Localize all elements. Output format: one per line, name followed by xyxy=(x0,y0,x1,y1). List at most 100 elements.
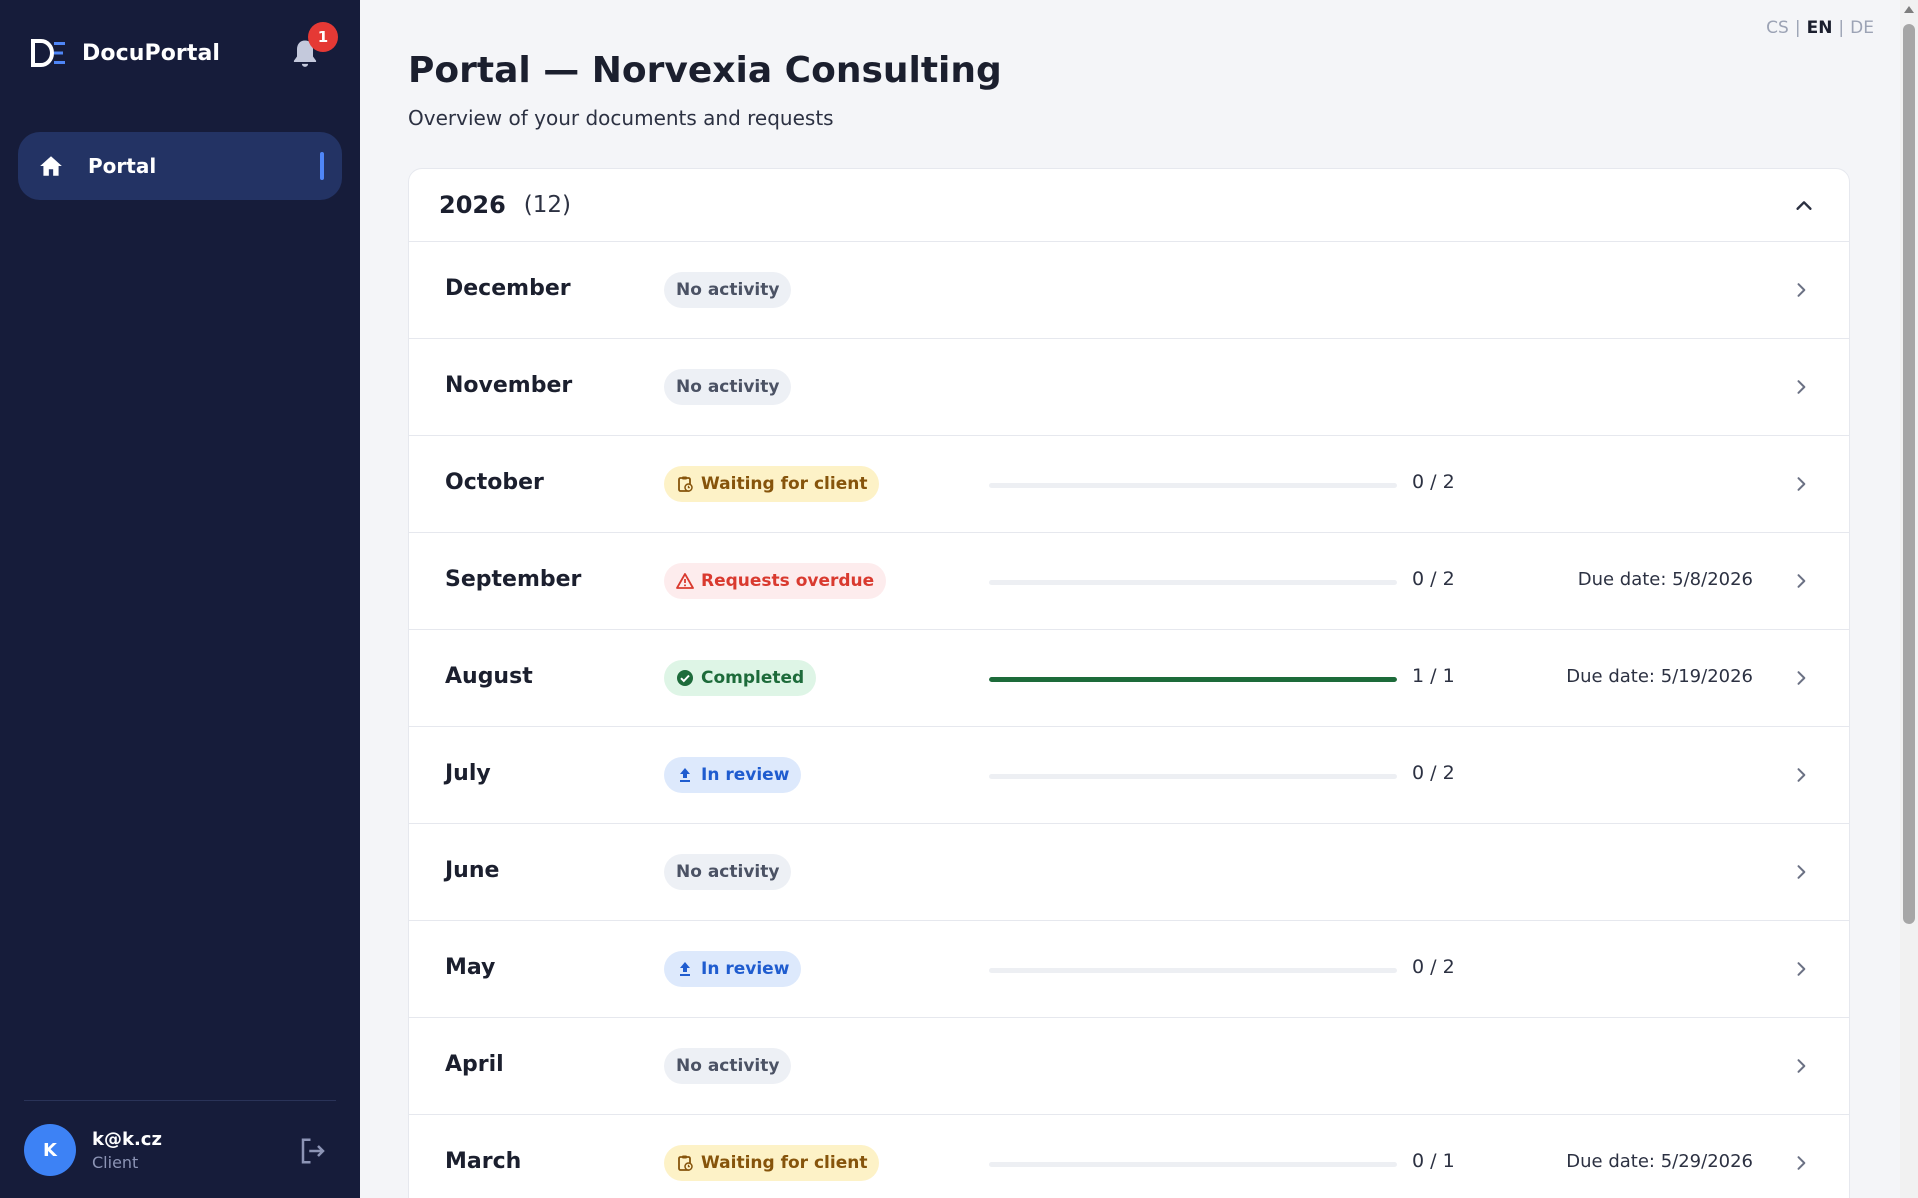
chevron-right-icon[interactable] xyxy=(1791,474,1811,494)
status-label: In review xyxy=(701,765,790,785)
status-badge: In review xyxy=(664,951,802,987)
chevron-right-icon[interactable] xyxy=(1791,959,1811,979)
month-name: October xyxy=(445,470,544,495)
home-icon xyxy=(40,156,62,176)
year-accordion: 2026 (12) December No activity November No … xyxy=(408,168,1850,1198)
chevron-right-icon[interactable] xyxy=(1791,377,1811,397)
progress-bar xyxy=(989,580,1397,585)
month-row-march[interactable]: March Waiting for client 0 / 1 Due date: 5/… xyxy=(409,1115,1849,1198)
status-badge: No activity xyxy=(664,369,792,405)
month-row-november[interactable]: November No activity xyxy=(409,339,1849,436)
month-name: April xyxy=(445,1052,504,1077)
progress-bar xyxy=(989,968,1397,973)
status-label: No activity xyxy=(676,1056,780,1076)
month-name: December xyxy=(445,276,571,301)
chevron-right-icon[interactable] xyxy=(1791,1153,1811,1173)
status-label: Requests overdue xyxy=(701,571,875,591)
progress-fill xyxy=(989,677,1397,682)
brand[interactable]: DocuPortal xyxy=(30,36,220,70)
status-badge: No activity xyxy=(664,1048,792,1084)
month-list: December No activity November No activity Oc… xyxy=(409,242,1849,1198)
status-badge: Requests overdue xyxy=(664,563,887,599)
user-role: Client xyxy=(92,1152,139,1172)
lang-de[interactable]: DE xyxy=(1850,18,1874,38)
sidebar-item-portal[interactable]: Portal xyxy=(18,132,342,200)
progress-bar xyxy=(989,774,1397,779)
month-row-october[interactable]: October Waiting for client 0 / 2 xyxy=(409,436,1849,533)
lang-en[interactable]: EN xyxy=(1807,18,1833,38)
due-date: Due date: 5/8/2026 xyxy=(1577,569,1753,590)
chevron-right-icon[interactable] xyxy=(1791,765,1811,785)
progress-count: 0 / 2 xyxy=(1412,956,1455,978)
logout-icon[interactable] xyxy=(298,1136,328,1166)
month-row-may[interactable]: May In review 0 / 2 xyxy=(409,921,1849,1018)
language-switcher: CS | EN | DE xyxy=(1766,18,1874,38)
notifications-button[interactable]: 1 xyxy=(290,22,338,72)
progress-bar xyxy=(989,483,1397,488)
month-row-april[interactable]: April No activity xyxy=(409,1018,1849,1115)
due-date: Due date: 5/29/2026 xyxy=(1566,1151,1753,1172)
status-label: Completed xyxy=(701,668,805,688)
avatar: K xyxy=(24,1124,76,1176)
status-badge: No activity xyxy=(664,854,792,890)
chevron-up-icon[interactable] xyxy=(1793,195,1815,217)
status-badge: Waiting for client xyxy=(664,466,880,502)
month-row-december[interactable]: December No activity xyxy=(409,242,1849,339)
progress-count: 0 / 1 xyxy=(1412,1150,1455,1172)
progress-count: 0 / 2 xyxy=(1412,471,1455,493)
progress-count: 0 / 2 xyxy=(1412,762,1455,784)
progress-bar xyxy=(989,1162,1397,1167)
status-label: No activity xyxy=(676,377,780,397)
active-indicator xyxy=(320,152,324,180)
notification-count-badge: 1 xyxy=(308,22,338,52)
year-label: 2026 xyxy=(439,191,506,219)
month-name: March xyxy=(445,1149,522,1174)
status-badge: In review xyxy=(664,757,802,793)
year-count: (12) xyxy=(523,192,572,218)
month-row-july[interactable]: July In review 0 / 2 xyxy=(409,727,1849,824)
scroll-thumb[interactable] xyxy=(1903,24,1915,924)
divider xyxy=(24,1100,336,1101)
status-badge: Waiting for client xyxy=(664,1145,880,1181)
clipboard-clock-icon xyxy=(676,1154,694,1172)
chevron-right-icon[interactable] xyxy=(1791,280,1811,300)
lang-separator: | xyxy=(1794,18,1801,38)
lang-cs[interactable]: CS xyxy=(1766,18,1789,38)
month-row-august[interactable]: August Completed 1 / 1 Due date: 5/19/2026 xyxy=(409,630,1849,727)
status-badge: No activity xyxy=(664,272,792,308)
month-name: November xyxy=(445,373,573,398)
scroll-up-arrow-icon[interactable] xyxy=(1904,6,1914,13)
month-row-september[interactable]: September Requests overdue 0 / 2 Due date: … xyxy=(409,533,1849,630)
due-date: Due date: 5/19/2026 xyxy=(1566,666,1753,687)
check-circle-icon xyxy=(676,669,694,687)
clipboard-clock-icon xyxy=(676,475,694,493)
month-name: August xyxy=(445,664,533,689)
year-header[interactable]: 2026 (12) xyxy=(409,169,1849,242)
month-name: June xyxy=(445,858,500,883)
month-name: September xyxy=(445,567,582,592)
lang-separator: | xyxy=(1838,18,1845,38)
month-name: May xyxy=(445,955,496,980)
chevron-right-icon[interactable] xyxy=(1791,668,1811,688)
docuportal-logo-icon xyxy=(31,39,65,67)
month-row-june[interactable]: June No activity xyxy=(409,824,1849,921)
scrollbar[interactable] xyxy=(1900,0,1918,1198)
user-email: k@k.cz xyxy=(92,1128,162,1150)
chevron-right-icon[interactable] xyxy=(1791,862,1811,882)
chevron-right-icon[interactable] xyxy=(1791,571,1811,591)
progress-count: 1 / 1 xyxy=(1412,665,1455,687)
sidebar-item-label: Portal xyxy=(88,154,157,178)
progress-count: 0 / 2 xyxy=(1412,568,1455,590)
status-badge: Completed xyxy=(664,660,817,696)
sidebar: DocuPortal 1 Portal K k@k.cz Client xyxy=(0,0,360,1198)
page-title: Portal — Norvexia Consulting xyxy=(408,50,1002,91)
status-label: No activity xyxy=(676,862,780,882)
page-subtitle: Overview of your documents and requests xyxy=(408,106,834,130)
upload-icon xyxy=(676,766,694,784)
chevron-right-icon[interactable] xyxy=(1791,1056,1811,1076)
progress-bar xyxy=(989,677,1397,682)
user-profile[interactable]: K k@k.cz Client xyxy=(24,1124,162,1176)
app-name: DocuPortal xyxy=(82,40,221,66)
status-label: Waiting for client xyxy=(701,1153,868,1173)
status-label: In review xyxy=(701,959,790,979)
